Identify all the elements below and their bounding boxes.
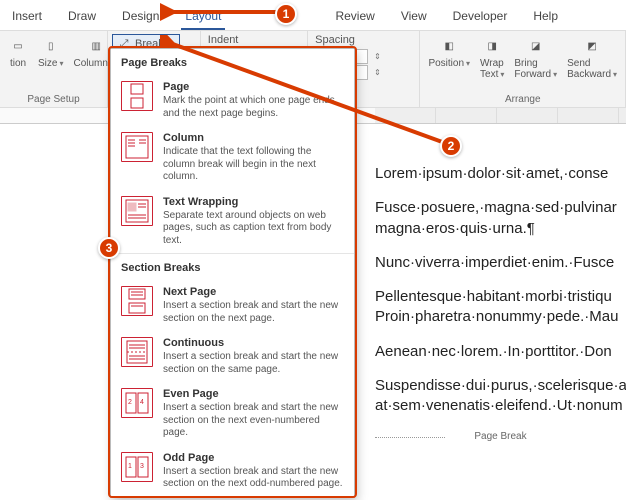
- page-breaks-header: Page Breaks: [111, 49, 354, 75]
- tab-design[interactable]: Design: [118, 4, 163, 30]
- item-title: Odd Page: [163, 452, 344, 464]
- break-column[interactable]: Column Indicate that the text following …: [111, 126, 354, 190]
- paragraph[interactable]: Suspendisse·dui·purus,·scelerisque·a: [375, 376, 626, 396]
- tab-layout[interactable]: Layout: [181, 4, 225, 30]
- forward-icon: ◪: [526, 36, 546, 56]
- page-break-marker: Page Break: [375, 430, 626, 444]
- paragraph[interactable]: at·sem·venenatis·eleifend.·Ut·nonum: [375, 396, 626, 416]
- item-desc: Insert a section break and start the new…: [163, 300, 344, 325]
- tab-insert[interactable]: Insert: [8, 4, 46, 30]
- break-text-wrapping[interactable]: Text Wrapping Separate text around objec…: [111, 190, 354, 254]
- tab-review[interactable]: Review: [331, 4, 378, 30]
- item-title: Page: [163, 81, 344, 93]
- nextpage-icon: [121, 286, 153, 316]
- paragraph[interactable]: magna·eros·quis·urna.¶: [375, 219, 626, 239]
- paragraph[interactable]: Nunc·viverra·imperdiet·enim.·Fusce: [375, 253, 626, 273]
- size-button[interactable]: ▯ Size▾: [34, 34, 67, 71]
- size-icon: ▯: [41, 36, 61, 56]
- bring-forward-button[interactable]: ◪ Bring Forward▾: [510, 34, 561, 82]
- page-break-icon: [121, 81, 153, 111]
- indent-label: Indent: [205, 34, 303, 48]
- tab-view[interactable]: View: [397, 4, 431, 30]
- breaks-dropdown: Page Breaks Page Mark the point at which…: [110, 48, 355, 498]
- section-breaks-header: Section Breaks: [111, 253, 354, 280]
- paragraph[interactable]: Aenean·nec·lorem.·In·porttitor.·Don: [375, 342, 626, 362]
- svg-text:1: 1: [128, 463, 132, 470]
- item-desc: Mark the point at which one page ends an…: [163, 95, 344, 120]
- item-desc: Separate text around objects on web page…: [163, 210, 344, 248]
- wrap-icon: ◨: [482, 36, 502, 56]
- svg-text:2: 2: [128, 399, 132, 406]
- arrange-label: Arrange: [424, 94, 621, 106]
- break-next-page[interactable]: Next Page Insert a section break and sta…: [111, 280, 354, 331]
- break-even-page[interactable]: 24 Even Page Insert a section break and …: [111, 382, 354, 446]
- backward-icon: ◩: [582, 36, 602, 56]
- paragraph[interactable]: Pellentesque·habitant·morbi·tristiqu: [375, 287, 626, 307]
- break-continuous[interactable]: Continuous Insert a section break and st…: [111, 331, 354, 382]
- item-title: Text Wrapping: [163, 196, 344, 208]
- tab-draw[interactable]: Draw: [64, 4, 100, 30]
- tab-help[interactable]: Help: [529, 4, 562, 30]
- paragraph[interactable]: Lorem·ipsum·dolor·sit·amet,·conse: [375, 164, 626, 184]
- stepper-icon[interactable]: ⇕: [374, 68, 381, 77]
- item-desc: Insert a section break and start the new…: [163, 466, 344, 491]
- send-backward-button[interactable]: ◩ Send Backward▾: [563, 34, 621, 82]
- item-title: Continuous: [163, 337, 344, 349]
- item-desc: Indicate that the text following the col…: [163, 146, 344, 184]
- item-title: Column: [163, 132, 344, 144]
- position-button[interactable]: ◧ Position▾: [424, 34, 474, 71]
- break-odd-page[interactable]: 13 Odd Page Insert a section break and s…: [111, 446, 354, 497]
- position-icon: ◧: [439, 36, 459, 56]
- tab-developer[interactable]: Developer: [449, 4, 512, 30]
- column-break-icon: [121, 132, 153, 162]
- svg-text:4: 4: [140, 399, 144, 406]
- break-page[interactable]: Page Mark the point at which one page en…: [111, 75, 354, 126]
- continuous-icon: [121, 337, 153, 367]
- svg-text:3: 3: [140, 463, 144, 470]
- annotation-badge-3: 3: [98, 237, 120, 259]
- paragraph[interactable]: Proin·pharetra·nonummy·pede.·Mau: [375, 307, 626, 327]
- orientation-button[interactable]: ▭ tion: [4, 34, 32, 71]
- annotation-badge-1: 1: [275, 3, 297, 25]
- paragraph[interactable]: Fusce·posuere,·magna·sed·pulvinar: [375, 198, 626, 218]
- evenpage-icon: 24: [121, 388, 153, 418]
- spacing-label: Spacing: [312, 34, 415, 48]
- wrap-text-button[interactable]: ◨ Wrap Text▾: [476, 34, 508, 82]
- oddpage-icon: 13: [121, 452, 153, 482]
- stepper-icon[interactable]: ⇕: [374, 52, 381, 61]
- annotation-badge-2: 2: [440, 135, 462, 157]
- item-desc: Insert a section break and start the new…: [163, 351, 344, 376]
- columns-icon: ▥: [86, 36, 106, 56]
- item-title: Next Page: [163, 286, 344, 298]
- page-icon: ▭: [8, 36, 28, 56]
- textwrap-break-icon: [121, 196, 153, 226]
- page-setup-label: Page Setup: [4, 94, 103, 106]
- ribbon-tabs: Insert Draw Design Layout placeholder Re…: [0, 0, 626, 31]
- item-desc: Insert a section break and start the new…: [163, 402, 344, 440]
- item-title: Even Page: [163, 388, 344, 400]
